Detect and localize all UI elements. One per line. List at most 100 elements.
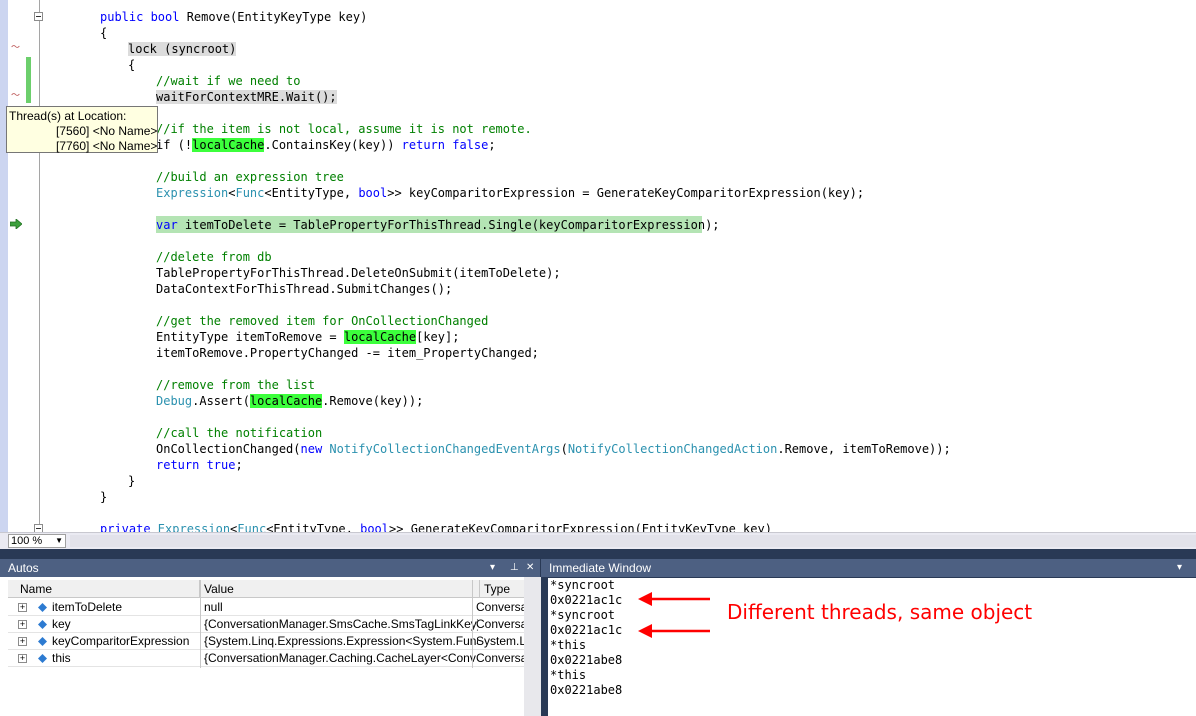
code-token: true: [206, 458, 236, 472]
expand-icon[interactable]: +: [18, 637, 27, 646]
thread-marker-icon[interactable]: 〜: [11, 92, 25, 101]
code-token: //get the removed item for OnCollectionC…: [156, 314, 489, 328]
expand-icon[interactable]: +: [18, 603, 27, 612]
code-line[interactable]: //remove from the list: [156, 377, 315, 393]
code-token: EntityType itemToRemove =: [156, 330, 344, 344]
table-row[interactable]: + this {ConversationManager.Caching.CacheL…: [8, 650, 524, 667]
table-row[interactable]: + itemToDelete null Conversa: [8, 599, 524, 616]
code-token: <EntityType,: [264, 186, 359, 200]
code-token: DataContextForThisThread.SubmitChanges()…: [156, 282, 453, 296]
code-line[interactable]: OnCollectionChanged(new NotifyCollection…: [156, 441, 951, 457]
code-line[interactable]: //call the notification: [156, 425, 322, 441]
code-token: bool: [358, 186, 388, 200]
dropdown-icon[interactable]: ▾: [1177, 559, 1182, 577]
column-divider: [200, 580, 201, 668]
code-line[interactable]: DataContextForThisThread.SubmitChanges()…: [156, 281, 452, 297]
immediate-line: *this: [550, 668, 587, 682]
code-token: return: [156, 458, 207, 472]
code-token: public: [100, 10, 151, 24]
code-line[interactable]: //get the removed item for OnCollectionC…: [156, 313, 488, 329]
close-icon[interactable]: ✕: [526, 559, 534, 577]
immediate-line: *syncroot: [550, 578, 616, 592]
code-token: {: [128, 58, 136, 72]
code-line[interactable]: EntityType itemToRemove = localCache[key…: [156, 329, 459, 345]
code-editor[interactable]: 〜 〜 public bool Remove(EntityKeyType key…: [0, 0, 1196, 532]
code-token: }: [128, 474, 136, 488]
immediate-line: 0x0221ac1c: [550, 623, 623, 637]
row-value[interactable]: {System.Linq.Expressions.Expression<Syst…: [204, 633, 478, 649]
field-icon: [38, 603, 47, 612]
code-line[interactable]: itemToRemove.PropertyChanged -= item_Pro…: [156, 345, 539, 361]
code-token: new: [300, 442, 330, 456]
table-row[interactable]: + keyComparitorExpression {System.Linq.Exp…: [8, 633, 524, 650]
row-type: Conversa: [476, 600, 524, 614]
code-line[interactable]: TablePropertyForThisThread.DeleteOnSubmi…: [156, 265, 561, 281]
code-token: localCache: [249, 394, 323, 408]
code-token: //if the item is not local, assume it is…: [156, 122, 532, 136]
code-line[interactable]: lock (syncroot): [128, 41, 237, 57]
code-token: Expression: [157, 522, 231, 532]
immediate-line: 0x0221abe8: [550, 683, 623, 697]
expand-icon[interactable]: +: [18, 620, 27, 629]
column-value-header[interactable]: Value: [200, 580, 480, 598]
code-line[interactable]: waitForContextMRE.Wait();: [156, 89, 337, 105]
code-line[interactable]: //wait if we need to: [156, 73, 301, 89]
code-token: //delete from db: [156, 250, 272, 264]
immediate-title-bar: Immediate Window ▾: [541, 559, 1196, 577]
code-token: ;: [488, 138, 496, 152]
code-line[interactable]: //if the item is not local, assume it is…: [156, 121, 532, 137]
collapse-toggle-generate[interactable]: [34, 524, 43, 532]
code-token: >> GenerateKeyComparitorExpression(Entit…: [389, 522, 772, 532]
code-token: <EntityType,: [266, 522, 361, 532]
code-token: itemToRemove.PropertyChanged -= item_Pro…: [156, 346, 539, 360]
code-token: .ContainsKey(key)): [264, 138, 402, 152]
code-token: bool: [150, 10, 187, 24]
autos-title: Autos: [8, 561, 39, 575]
dropdown-icon[interactable]: ▾: [490, 559, 495, 577]
editor-horizontal-scrollbar[interactable]: [70, 535, 1196, 547]
zoom-select[interactable]: 100 % ▼: [8, 534, 66, 548]
code-line[interactable]: }: [100, 489, 107, 505]
field-icon: [38, 654, 47, 663]
code-line[interactable]: public bool Remove(EntityKeyType key): [100, 9, 367, 25]
code-token: localCache: [192, 138, 265, 152]
row-type: System.L: [476, 634, 524, 648]
code-line[interactable]: var itemToDelete = TablePropertyForThisT…: [156, 217, 720, 233]
code-line[interactable]: if (!localCache.ContainsKey(key)) return…: [156, 137, 496, 153]
code-token: NotifyCollectionChangedEventArgs: [329, 442, 561, 456]
code-line[interactable]: {: [100, 25, 107, 41]
code-token: Expression: [156, 186, 229, 200]
collapse-toggle-remove[interactable]: [34, 12, 43, 21]
expand-icon[interactable]: +: [18, 654, 27, 663]
column-name-header[interactable]: Name: [8, 580, 200, 598]
code-line[interactable]: return true;: [156, 457, 243, 473]
autos-vertical-scrollbar[interactable]: [524, 577, 541, 716]
autos-header: Name Value Type: [8, 580, 524, 598]
row-value[interactable]: {ConversationManager.Caching.CacheLayer<…: [204, 650, 478, 666]
code-token: waitForContextMRE.Wait();: [156, 90, 337, 104]
code-token: Func: [235, 186, 265, 200]
immediate-line: *syncroot: [550, 608, 616, 622]
code-token: lock (syncroot): [128, 42, 237, 56]
code-token: itemToDelete = TablePropertyForThisThrea…: [184, 218, 720, 232]
thread-marker-icon[interactable]: 〜: [11, 44, 25, 53]
code-line[interactable]: //delete from db: [156, 249, 272, 265]
code-token: Func: [237, 522, 267, 532]
table-row[interactable]: + key {ConversationManager.SmsCache.SmsTag…: [8, 616, 524, 633]
code-line[interactable]: }: [128, 473, 135, 489]
code-line[interactable]: {: [128, 57, 135, 73]
autos-title-bar: Autos ▾ ⊥ ✕: [0, 559, 540, 577]
code-token: TablePropertyForThisThread.DeleteOnSubmi…: [156, 266, 561, 280]
code-line[interactable]: Expression<Func<EntityType, bool>> keyCo…: [156, 185, 864, 201]
code-token: NotifyCollectionChangedAction: [567, 442, 778, 456]
row-value[interactable]: {ConversationManager.SmsCache.SmsTagLink…: [204, 616, 478, 632]
code-token: var: [156, 218, 185, 232]
code-token: }: [100, 490, 108, 504]
code-line[interactable]: Debug.Assert(localCache.Remove(key));: [156, 393, 423, 409]
row-value[interactable]: null: [204, 599, 478, 615]
code-token: .Remove, itemToRemove));: [777, 442, 951, 456]
code-line[interactable]: private Expression<Func<EntityType, bool…: [100, 521, 772, 532]
column-type-header[interactable]: Type: [480, 580, 524, 598]
pin-icon[interactable]: ⊥: [510, 559, 519, 577]
code-line[interactable]: //build an expression tree: [156, 169, 344, 185]
